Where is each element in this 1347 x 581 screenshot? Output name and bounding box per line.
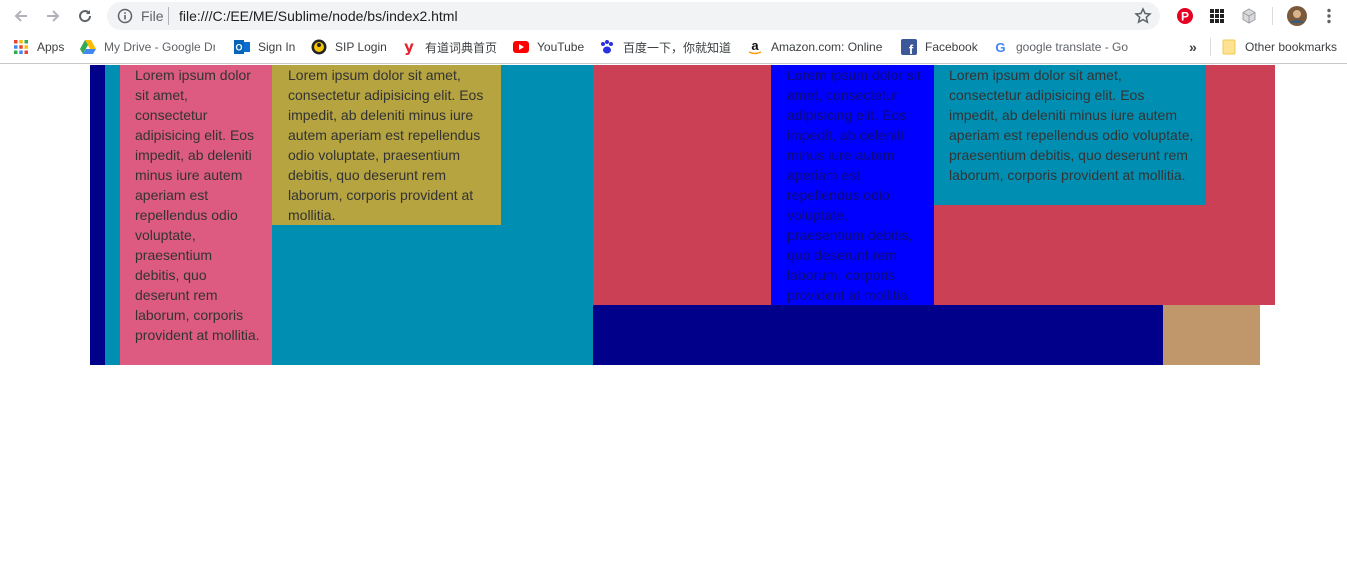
bookmark-label: google translate - Go: [1016, 40, 1129, 54]
reload-icon: [79, 10, 92, 23]
bookmark-my-drive[interactable]: My Drive - Google Dr: [80, 32, 215, 62]
youdao-icon: y: [401, 39, 417, 55]
back-button[interactable]: [10, 5, 32, 27]
reload-button[interactable]: [74, 5, 96, 27]
sip-icon: [311, 39, 327, 55]
svg-text:G: G: [995, 40, 1005, 55]
profile-avatar[interactable]: [1286, 5, 1308, 27]
bookmarks-overflow-button[interactable]: »: [1189, 32, 1197, 62]
bookmark-label: 有道词典首页: [425, 40, 498, 55]
forward-button[interactable]: [42, 5, 64, 27]
outlook-icon: O: [234, 39, 250, 55]
avatar-icon: [1287, 6, 1307, 26]
svg-text:O: O: [235, 43, 242, 53]
bookmark-youtube[interactable]: YouTube: [513, 32, 584, 62]
url-text[interactable]: file:///C:/EE/ME/Sublime/node/bs/index2.…: [179, 8, 458, 24]
arrow-left-icon: [14, 10, 27, 22]
bookmark-label: Facebook: [925, 40, 978, 54]
google-icon: G: [992, 39, 1008, 55]
column-4-text: Lorem ipsum dolor sit amet, consectetur …: [949, 67, 1194, 183]
pinterest-icon: P: [1177, 8, 1193, 24]
url-divider: [168, 7, 169, 25]
tan-block: [1163, 305, 1260, 365]
cube-extension[interactable]: [1238, 5, 1260, 27]
toolbar-divider: [1272, 7, 1273, 25]
apps-grid-icon: [13, 39, 29, 55]
browser-toolbar: File file:///C:/EE/ME/Sublime/node/bs/in…: [0, 0, 1347, 32]
pinterest-extension[interactable]: P: [1174, 5, 1196, 27]
bookmark-label: My Drive - Google Dr: [104, 40, 215, 54]
bookmark-label: Apps: [37, 40, 65, 54]
amazon-icon: a: [747, 39, 763, 55]
bookmark-label: Amazon.com: Online: [771, 40, 882, 54]
kebab-menu-icon: [1327, 8, 1331, 24]
svg-text:P: P: [1181, 10, 1189, 24]
other-bookmarks[interactable]: Other bookmarks: [1221, 32, 1337, 62]
bookmark-label: 百度一下，你就知道: [623, 40, 732, 55]
url-scheme-label: File: [141, 8, 164, 24]
svg-text:a: a: [751, 39, 759, 53]
youtube-icon: [513, 39, 529, 55]
grid-icon: [1210, 9, 1224, 23]
bookmark-label: Sign In: [258, 40, 296, 54]
bookmarks-divider: [1210, 38, 1211, 56]
bookmark-star-icon[interactable]: [1134, 7, 1152, 30]
svg-text:f: f: [909, 42, 914, 55]
navy-bar: [593, 305, 1163, 365]
baidu-paw-icon: [599, 39, 615, 55]
other-bookmarks-label: Other bookmarks: [1245, 40, 1338, 54]
bookmark-facebook[interactable]: f Facebook: [901, 32, 978, 62]
column-2-text: Lorem ipsum dolor sit amet, consectetur …: [288, 67, 484, 223]
bookmark-label: YouTube: [537, 40, 585, 54]
grid-extension[interactable]: [1206, 5, 1228, 27]
navy-strip: [90, 65, 105, 365]
bookmark-youdao[interactable]: y 有道词典首页: [401, 32, 497, 62]
bookmark-sign-in[interactable]: O Sign In: [234, 32, 295, 62]
svg-text:y: y: [404, 39, 414, 55]
menu-button[interactable]: [1318, 5, 1340, 27]
bookmark-sip-login[interactable]: SIP Login: [311, 32, 387, 62]
bookmark-apps[interactable]: Apps: [13, 32, 64, 62]
folder-icon: [1221, 39, 1237, 55]
google-drive-icon: [80, 39, 96, 55]
bookmark-amazon[interactable]: a Amazon.com: Online: [747, 32, 882, 62]
column-3-text: Lorem ipsum dolor sit amet, consectetur …: [787, 67, 921, 303]
column-1-text: Lorem ipsum dolor sit amet, consectetur …: [135, 67, 260, 343]
bookmark-label: SIP Login: [335, 40, 387, 54]
facebook-icon: f: [901, 39, 917, 55]
arrow-right-icon: [47, 10, 60, 22]
bookmark-google-translate[interactable]: G google translate - Go: [992, 32, 1132, 62]
info-icon[interactable]: [117, 8, 133, 29]
bookmark-baidu[interactable]: 百度一下，你就知道: [599, 32, 731, 62]
cube-icon: [1242, 8, 1256, 24]
bookmarks-bar: Apps My Drive - Google Dr O Sign In SIP …: [0, 32, 1347, 64]
address-bar[interactable]: File file:///C:/EE/ME/Sublime/node/bs/in…: [107, 2, 1160, 30]
teal-strip: [105, 65, 120, 365]
